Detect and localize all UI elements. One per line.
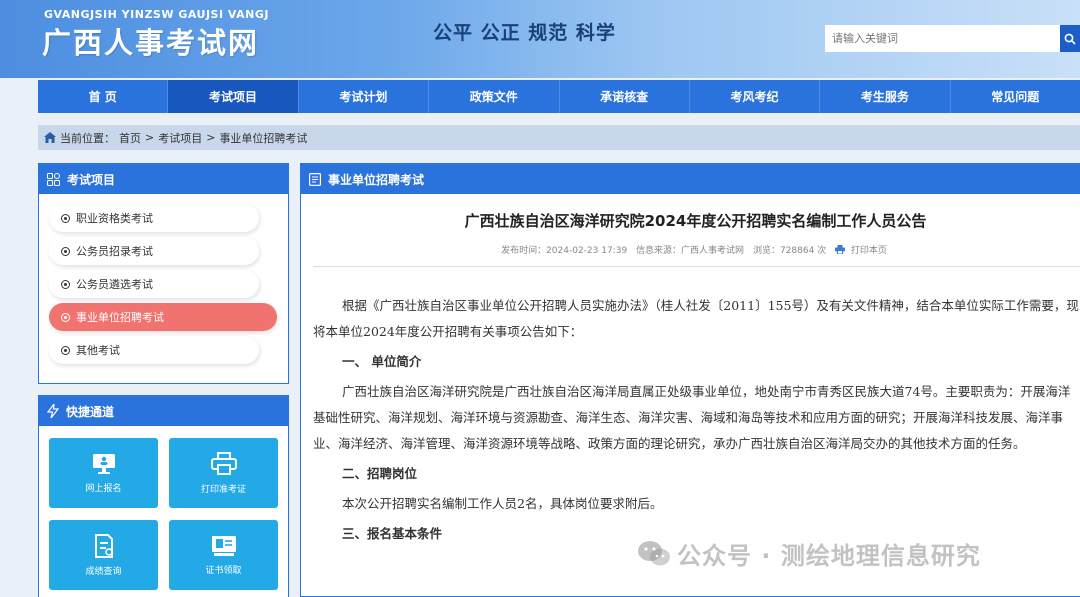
score-query-button[interactable]: 成绩查询	[49, 520, 158, 590]
sidebar-exam-projects: 考试项目 职业资格类考试 公务员招录考试 公务员遴选考试 事业单位招聘考试 其他…	[38, 163, 289, 384]
breadcrumb-current: 事业单位招聘考试	[219, 131, 308, 145]
slogan: 公平 公正 规范 科学	[433, 22, 616, 44]
bullet-icon	[61, 312, 70, 322]
nav-faq[interactable]: 常见问题	[951, 80, 1080, 113]
main-content: 事业单位招聘考试 广西壮族自治区海洋研究院2024年度公开招聘实名编制工作人员公…	[300, 163, 1080, 597]
nav-exam-projects[interactable]: 考试项目	[168, 80, 299, 113]
breadcrumb: 当前位置： 首页 > 考试项目 > 事业单位招聘考试	[38, 125, 1080, 150]
print-link[interactable]: 打印本页	[835, 245, 890, 256]
search-icon	[1064, 33, 1076, 45]
menu-item-other-exams[interactable]: 其他考试	[49, 336, 259, 364]
menu-item-label: 其他考试	[76, 344, 120, 357]
breadcrumb-home[interactable]: 首页	[119, 130, 141, 146]
document-icon	[94, 533, 113, 558]
bullet-icon	[61, 246, 70, 256]
monitor-icon	[92, 453, 115, 474]
wechat-icon	[638, 540, 670, 565]
menu-item-label: 公务员遴选考试	[76, 278, 153, 291]
article-title: 广西壮族自治区海洋研究院2024年度公开招聘实名编制工作人员公告	[464, 212, 927, 230]
breadcrumb-separator: >	[206, 131, 216, 144]
watermark-text: 公众号 · 测绘地理信息研究	[677, 542, 981, 570]
paragraph-unit-intro: 广西壮族自治区海洋研究院是广西壮族自治区海洋局直属正处级事业单位，地处南宁市青秀…	[313, 384, 1071, 451]
search-button[interactable]	[1060, 25, 1080, 52]
view-count: 浏览：728864 次	[752, 246, 827, 256]
nav-exam-discipline[interactable]: 考风考纪	[690, 80, 821, 113]
quick-label: 证书领取	[205, 565, 242, 576]
nav-exam-plan[interactable]: 考试计划	[299, 80, 430, 113]
home-icon	[44, 132, 56, 143]
menu-item-label: 公务员招录考试	[76, 245, 153, 258]
nav-commitment-check[interactable]: 承诺核查	[560, 80, 690, 113]
sidebar-header: 快捷通道	[39, 396, 288, 426]
document-icon	[309, 172, 321, 186]
nav-candidate-service[interactable]: 考生服务	[820, 80, 951, 113]
article-body: 根据《广西壮族自治区事业单位公开招聘人员实施办法》（桂人社发〔2011〕155号…	[301, 267, 1080, 547]
menu-item-civil-servant-recruitment[interactable]: 公务员招录考试	[49, 237, 259, 265]
certificate-collection-button[interactable]: 证书领取	[169, 520, 278, 590]
watermark: 公众号 · 测绘地理信息研究	[637, 536, 981, 571]
sidebar-header: 考试项目	[39, 164, 288, 194]
print-admission-ticket-button[interactable]: 打印准考证	[169, 438, 278, 508]
menu-item-professional-qualification[interactable]: 职业资格类考试	[49, 204, 259, 232]
search-box	[825, 25, 1080, 52]
sidebar-quick-access: 快捷通道 网上报名 打印准考证 成绩查询 证书领取	[38, 395, 289, 597]
main-nav: 首 页 考试项目 考试计划 政策文件 承诺核查 考风考纪 考生服务 常见问题	[38, 80, 1080, 113]
quick-label: 打印准考证	[200, 484, 246, 495]
breadcrumb-separator: >	[145, 131, 155, 144]
section-title: 事业单位招聘考试	[328, 172, 425, 187]
bullet-icon	[61, 213, 70, 223]
print-label: 打印本页	[850, 246, 887, 256]
certificate-icon	[211, 535, 236, 556]
site-logo[interactable]: 广西人事考试网	[42, 20, 259, 62]
nav-home[interactable]: 首 页	[38, 80, 169, 113]
publish-time: 发布时间：2024-02-23 17:39	[501, 246, 628, 256]
menu-item-label: 职业资格类考试	[76, 212, 153, 225]
printer-icon	[210, 451, 237, 475]
search-input[interactable]	[825, 25, 1060, 52]
grid-icon	[47, 172, 60, 186]
quick-label: 成绩查询	[85, 566, 122, 577]
main-header: 事业单位招聘考试	[301, 164, 1080, 194]
sidebar-title: 快捷通道	[66, 404, 115, 419]
nav-policy[interactable]: 政策文件	[429, 80, 560, 113]
menu-item-public-institution[interactable]: 事业单位招聘考试	[49, 303, 277, 331]
heading-unit-intro: 一、 单位简介	[342, 354, 422, 369]
paragraph-positions: 本次公开招聘实名编制工作人员2名，具体岗位要求附后。	[342, 496, 663, 511]
quick-grid: 网上报名 打印准考证 成绩查询 证书领取	[39, 426, 288, 590]
breadcrumb-exam-projects[interactable]: 考试项目	[158, 130, 202, 146]
breadcrumb-prefix: 当前位置：	[60, 131, 115, 145]
bullet-icon	[61, 345, 70, 355]
heading-positions: 二、招聘岗位	[342, 466, 418, 481]
online-registration-button[interactable]: 网上报名	[49, 438, 158, 508]
exam-menu: 职业资格类考试 公务员招录考试 公务员遴选考试 事业单位招聘考试 其他考试	[39, 194, 288, 375]
menu-item-civil-servant-selection[interactable]: 公务员遴选考试	[49, 270, 259, 298]
article-meta: 发布时间：2024-02-23 17:39 信息来源：广西人事考试网 浏览：72…	[301, 243, 1080, 256]
sidebar-title: 考试项目	[67, 172, 116, 187]
menu-item-label: 事业单位招聘考试	[76, 311, 164, 324]
quick-label: 网上报名	[85, 483, 122, 494]
printer-icon	[835, 245, 846, 255]
bullet-icon	[61, 279, 70, 289]
site-header: GVANGJSIH YINZSW GAUJSI VANGJ 广西人事考试网 公平…	[0, 0, 1080, 78]
lightning-icon	[47, 404, 59, 418]
info-source: 信息来源：广西人事考试网	[636, 246, 745, 256]
paragraph-intro: 根据《广西壮族自治区事业单位公开招聘人员实施办法》（桂人社发〔2011〕155号…	[313, 298, 1079, 339]
